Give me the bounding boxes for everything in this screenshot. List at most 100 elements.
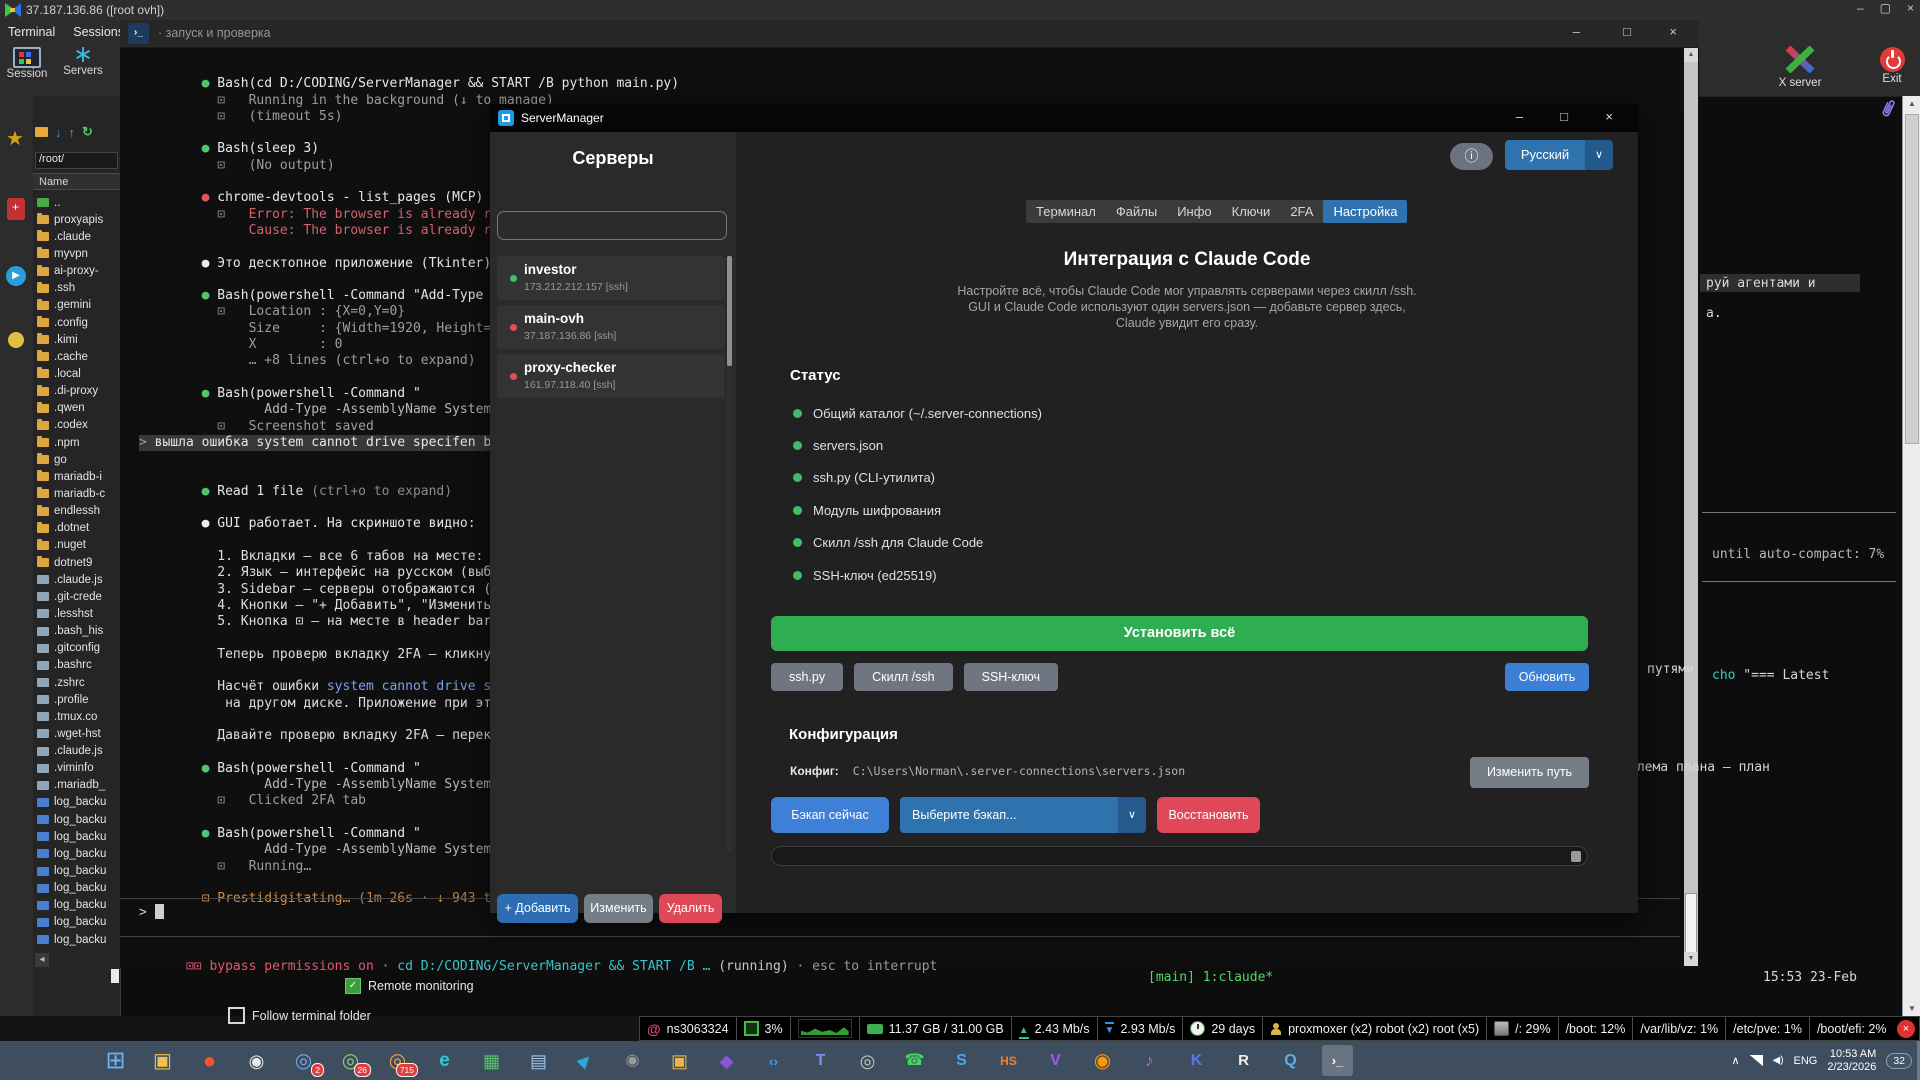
file-row[interactable]: dotnet9 xyxy=(33,554,120,571)
taskbar-icon[interactable]: ▣ xyxy=(147,1045,178,1076)
file-row[interactable]: .gitconfig xyxy=(33,640,120,657)
mobaxterm-scrollbar[interactable]: ▲ ▼ xyxy=(1902,96,1920,1016)
session-button[interactable]: Session xyxy=(4,47,50,80)
file-row[interactable]: log_backu xyxy=(33,880,120,897)
exit-button[interactable]: Exit xyxy=(1868,47,1916,85)
file-row[interactable]: myvpn xyxy=(33,245,120,262)
file-row[interactable]: go xyxy=(33,451,120,468)
refresh-button[interactable]: Обновить xyxy=(1505,663,1589,691)
taskbar-icon[interactable]: ◆ xyxy=(711,1045,742,1076)
taskbar-icon[interactable]: ‹› xyxy=(758,1045,789,1076)
scroll-down-icon[interactable]: ▼ xyxy=(1903,1004,1920,1013)
taskbar-icon[interactable]: ◉ xyxy=(1087,1045,1118,1076)
scrollbar-thumb[interactable] xyxy=(1571,851,1581,862)
taskbar-icon[interactable]: ♪ xyxy=(1134,1045,1165,1076)
file-row[interactable]: .gemini xyxy=(33,297,120,314)
file-row[interactable]: .qwen xyxy=(33,400,120,417)
language-dropdown[interactable]: Русский ∨ xyxy=(1505,140,1613,170)
yellow-ball-icon[interactable] xyxy=(8,332,24,348)
tab[interactable]: Файлы xyxy=(1106,200,1167,223)
file-row[interactable]: .cache xyxy=(33,348,120,365)
taskbar-icon[interactable]: V xyxy=(1040,1045,1071,1076)
file-row[interactable]: .ssh xyxy=(33,280,120,297)
file-row[interactable]: .tmux.co xyxy=(33,708,120,725)
taskbar-icon[interactable]: ● xyxy=(194,1045,225,1076)
file-row[interactable]: .bash_his xyxy=(33,623,120,640)
file-row[interactable]: log_backu xyxy=(33,897,120,914)
monitor-close-button[interactable]: × xyxy=(1897,1020,1915,1038)
file-row[interactable]: .zshrc xyxy=(33,674,120,691)
network-icon[interactable] xyxy=(1749,1055,1763,1066)
file-row[interactable]: .mariadb_ xyxy=(33,777,120,794)
tray-expand-icon[interactable]: ∧ xyxy=(1731,1054,1739,1067)
horizontal-scrollbar[interactable] xyxy=(771,846,1588,866)
scroll-down-icon[interactable]: ▼ xyxy=(1684,952,1698,966)
menu-item[interactable]: Terminal xyxy=(8,25,55,39)
file-row[interactable]: ai-proxy- xyxy=(33,263,120,280)
checkbox-unchecked-icon[interactable] xyxy=(228,1007,245,1024)
file-row[interactable]: endlessh xyxy=(33,503,120,520)
menu-item[interactable]: Sessions xyxy=(73,25,124,39)
taskbar-icon[interactable]: R xyxy=(1228,1045,1259,1076)
file-row[interactable]: log_backu xyxy=(33,931,120,948)
tab[interactable]: Терминал xyxy=(1026,200,1106,223)
file-panel-scroll-left[interactable]: ◂ xyxy=(35,953,49,967)
add-server-button[interactable]: + Добавить xyxy=(497,894,578,923)
file-row[interactable]: .di-proxy xyxy=(33,383,120,400)
file-row[interactable]: .dotnet xyxy=(33,520,120,537)
server-list-item[interactable]: proxy-checker 161.97.118.40 [ssh] xyxy=(497,354,725,398)
keyboard-language[interactable]: ENG xyxy=(1794,1055,1818,1067)
refresh-icon[interactable]: ↻ xyxy=(82,124,93,140)
taskbar-icon[interactable]: ▤ xyxy=(523,1045,554,1076)
delete-server-button[interactable]: Удалить xyxy=(659,894,722,923)
file-row[interactable]: .. xyxy=(33,194,120,211)
file-row[interactable]: .nuget xyxy=(33,537,120,554)
download-icon[interactable]: ↓ xyxy=(55,125,62,140)
terminal-maximize-button[interactable]: □ xyxy=(1623,24,1631,39)
taskbar-icon[interactable]: ◉ xyxy=(241,1045,272,1076)
file-row[interactable]: .codex xyxy=(33,417,120,434)
terminal-minimize-button[interactable]: – xyxy=(1573,24,1580,39)
files-column-header[interactable]: Name xyxy=(33,173,120,190)
tools-knife-icon[interactable] xyxy=(7,198,25,220)
file-row[interactable]: .config xyxy=(33,314,120,331)
volume-icon[interactable]: ◀) xyxy=(1773,1055,1784,1066)
favorites-star-icon[interactable]: ★ xyxy=(6,126,24,151)
mobaxterm-minimize-button[interactable]: – xyxy=(1857,1,1864,15)
taskbar-icon[interactable]: ◎ 2 xyxy=(288,1045,324,1077)
restore-button[interactable]: Восстановить xyxy=(1157,797,1260,833)
install-all-button[interactable]: Установить всё xyxy=(771,616,1588,651)
taskbar-icon[interactable]: ◉ xyxy=(617,1045,648,1076)
file-row[interactable]: .claude xyxy=(33,228,120,245)
terminal-prompt[interactable]: > xyxy=(139,904,164,920)
file-row[interactable]: .kimi xyxy=(33,331,120,348)
follow-terminal-folder-toggle[interactable]: Follow terminal folder xyxy=(228,1007,371,1024)
mobaxterm-maximize-button[interactable]: ▢ xyxy=(1880,1,1891,15)
taskbar-icon[interactable]: S xyxy=(946,1045,977,1076)
server-search-input[interactable] xyxy=(497,211,727,240)
remote-monitoring-toggle[interactable]: ✓ Remote monitoring xyxy=(345,978,474,994)
window-minimize-button[interactable]: – xyxy=(1516,109,1523,124)
edit-server-button[interactable]: Изменить xyxy=(584,894,653,923)
server-list-item[interactable]: main-ovh 37.187.136.86 [ssh] xyxy=(497,305,725,349)
window-maximize-button[interactable]: □ xyxy=(1560,109,1568,124)
taskbar-icon[interactable]: e xyxy=(429,1045,460,1076)
taskbar-icon[interactable]: ▶ xyxy=(570,1045,601,1076)
taskbar-icon[interactable]: ›_ xyxy=(1322,1045,1353,1076)
file-row[interactable]: log_backu xyxy=(33,862,120,879)
telegram-icon[interactable]: ▶ xyxy=(6,266,26,286)
file-row[interactable]: .claude.js xyxy=(33,743,120,760)
component-button[interactable]: ssh.py xyxy=(771,663,844,691)
attachment-paperclip-icon[interactable] xyxy=(1876,96,1900,123)
file-row[interactable]: log_backu xyxy=(33,914,120,931)
file-row[interactable]: mariadb-c xyxy=(33,485,120,502)
file-row[interactable]: .local xyxy=(33,365,120,382)
current-path[interactable]: /root/ xyxy=(35,152,118,169)
file-row[interactable]: .bashrc xyxy=(33,657,120,674)
scrollbar-thumb[interactable] xyxy=(1905,114,1919,444)
servers-button[interactable]: ∗ Servers xyxy=(58,43,108,78)
file-row[interactable]: .lesshst xyxy=(33,605,120,622)
x-server-button[interactable]: X server xyxy=(1758,45,1842,89)
tab[interactable]: Настройка xyxy=(1323,200,1408,223)
taskbar-icon[interactable]: ▣ xyxy=(664,1045,695,1076)
